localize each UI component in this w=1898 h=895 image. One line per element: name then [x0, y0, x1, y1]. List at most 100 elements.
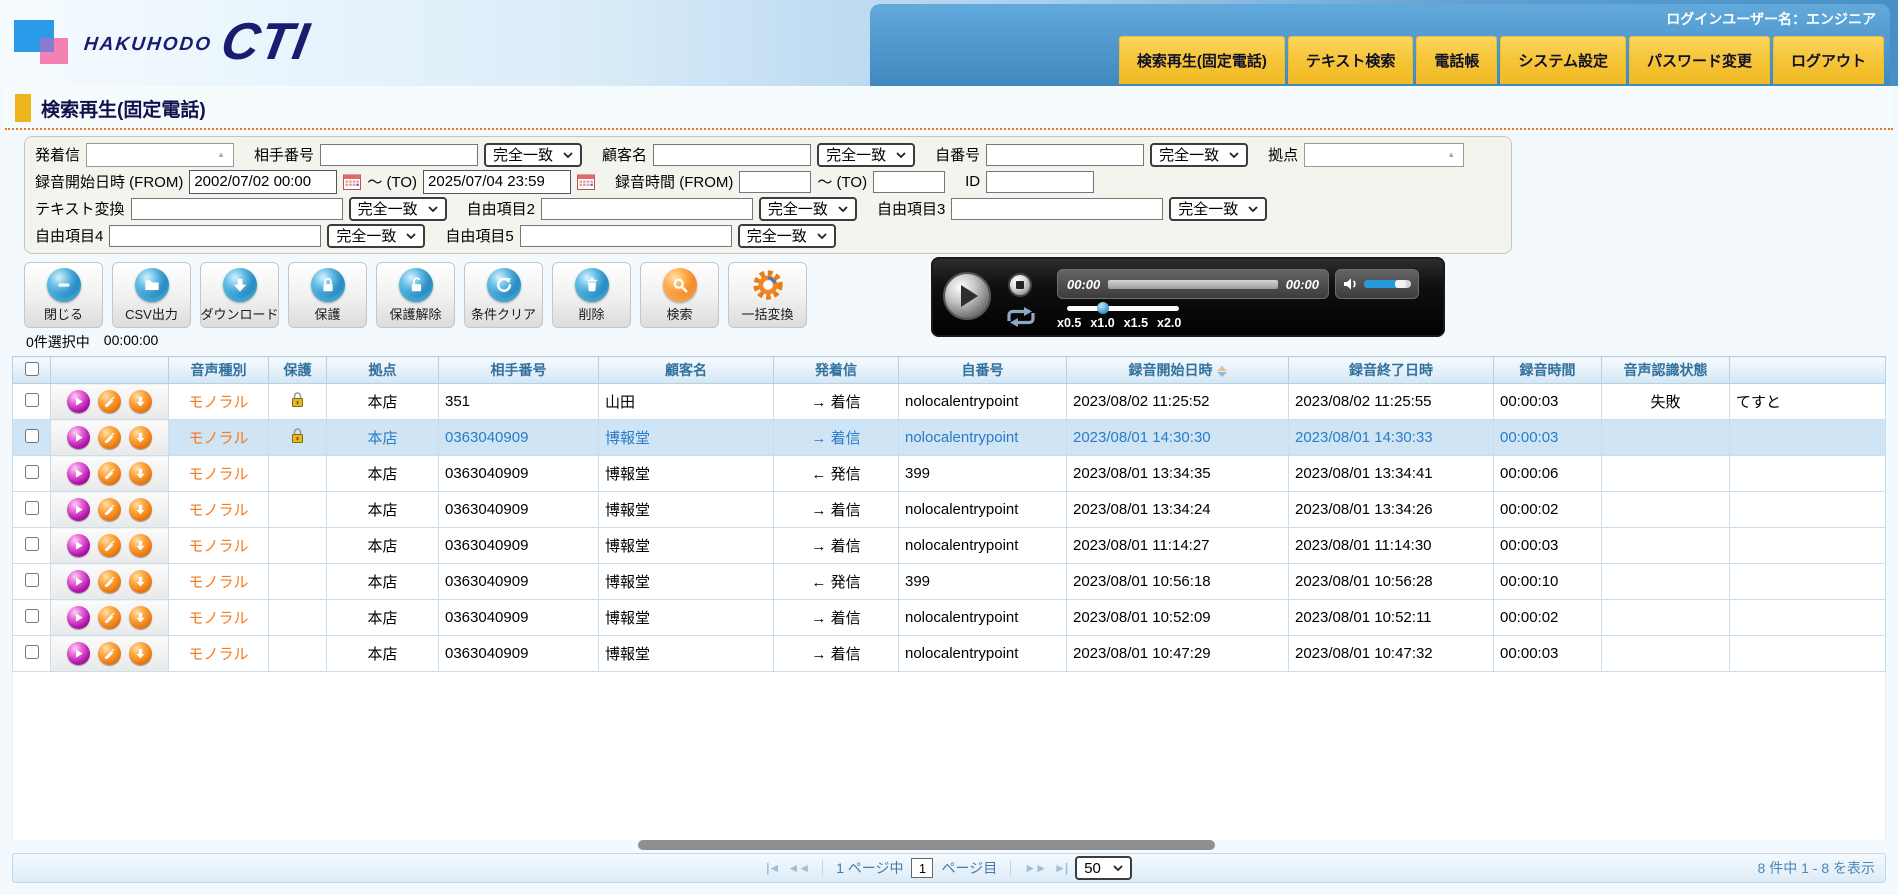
delete-button[interactable]: 削除 [552, 262, 631, 328]
tab-system-settings[interactable]: システム設定 [1500, 36, 1626, 84]
row-play-icon[interactable] [67, 570, 90, 593]
own-number-input[interactable] [986, 144, 1144, 166]
row-download-icon[interactable] [129, 462, 152, 485]
row-checkbox[interactable] [25, 393, 39, 407]
stop-button[interactable] [1008, 273, 1032, 297]
seek-bar[interactable] [1108, 280, 1278, 289]
col-direction[interactable]: 発着信 [774, 357, 899, 384]
row-play-icon[interactable] [67, 642, 90, 665]
row-download-icon[interactable] [129, 570, 152, 593]
duration-from-input[interactable] [739, 171, 811, 193]
sort-icon[interactable] [1217, 366, 1227, 377]
volume-slider[interactable] [1364, 280, 1411, 288]
search-button[interactable]: 検索 [640, 262, 719, 328]
col-site[interactable]: 拠点 [327, 357, 439, 384]
free-item2-match-select[interactable]: 完全一致 [759, 197, 857, 221]
row-checkbox[interactable] [25, 465, 39, 479]
calendar-icon[interactable] [577, 174, 595, 190]
free-item4-input[interactable] [109, 225, 321, 247]
tab-search-playback[interactable]: 検索再生(固定電話) [1119, 36, 1285, 84]
current-page-input[interactable] [911, 858, 933, 878]
row-play-icon[interactable] [67, 462, 90, 485]
col-other-number[interactable]: 相手番号 [439, 357, 599, 384]
download-button[interactable]: ダウンロード [200, 262, 279, 328]
table-row[interactable]: モノラル 本店 0363040909 博報堂 ← 発信 399 2023/08/… [13, 456, 1886, 492]
table-row[interactable]: モノラル 本店 0363040909 博報堂 → 着信 nolocalentry… [13, 528, 1886, 564]
col-recognition[interactable]: 音声認識状態 [1602, 357, 1730, 384]
speed-x20-label[interactable]: x2.0 [1157, 316, 1181, 330]
csv-export-button[interactable]: CSV出力 [112, 262, 191, 328]
row-edit-icon[interactable] [98, 606, 121, 629]
row-checkbox[interactable] [25, 645, 39, 659]
prev-page-icon[interactable]: ◄◄ [787, 861, 809, 875]
calendar-icon[interactable] [343, 174, 361, 190]
free-item5-match-select[interactable]: 完全一致 [738, 224, 836, 248]
rec-start-to-input[interactable]: 2025/07/04 23:59 [423, 170, 571, 194]
close-button[interactable]: 閉じる [24, 262, 103, 328]
site-combo[interactable]: ▲ [1304, 143, 1464, 167]
speed-x15-label[interactable]: x1.5 [1124, 316, 1148, 330]
col-rec-start[interactable]: 録音開始日時 [1067, 357, 1289, 384]
free-item3-match-select[interactable]: 完全一致 [1169, 197, 1267, 221]
tab-phonebook[interactable]: 電話帳 [1416, 36, 1497, 84]
unprotect-button[interactable]: 保護解除 [376, 262, 455, 328]
batch-convert-button[interactable]: 一括変換 [728, 262, 807, 328]
col-customer[interactable]: 顧客名 [599, 357, 774, 384]
table-row[interactable]: モノラル 本店 0363040909 博報堂 → 着信 nolocalentry… [13, 420, 1886, 456]
rec-start-from-input[interactable]: 2002/07/02 00:00 [189, 170, 337, 194]
text-convert-match-select[interactable]: 完全一致 [349, 197, 447, 221]
row-checkbox[interactable] [25, 537, 39, 551]
tab-logout[interactable]: ログアウト [1773, 36, 1884, 84]
table-row[interactable]: モノラル 本店 0363040909 博報堂 → 着信 nolocalentry… [13, 636, 1886, 672]
col-protect[interactable]: 保護 [269, 357, 327, 384]
row-edit-icon[interactable] [98, 570, 121, 593]
select-all-checkbox[interactable] [25, 362, 39, 376]
table-row[interactable]: モノラル 本店 0363040909 博報堂 ← 発信 399 2023/08/… [13, 564, 1886, 600]
text-convert-input[interactable] [131, 198, 343, 220]
row-edit-icon[interactable] [98, 534, 121, 557]
row-edit-icon[interactable] [98, 462, 121, 485]
clear-conditions-button[interactable]: 条件クリア [464, 262, 543, 328]
free-item4-match-select[interactable]: 完全一致 [327, 224, 425, 248]
speed-x10-label[interactable]: x1.0 [1090, 316, 1114, 330]
row-download-icon[interactable] [129, 498, 152, 521]
other-number-input[interactable] [320, 144, 478, 166]
free-item2-input[interactable] [541, 198, 753, 220]
row-checkbox[interactable] [25, 429, 39, 443]
row-checkbox[interactable] [25, 573, 39, 587]
other-number-match-select[interactable]: 完全一致 [484, 143, 582, 167]
speaker-icon[interactable] [1343, 277, 1358, 291]
row-download-icon[interactable] [129, 390, 152, 413]
row-edit-icon[interactable] [98, 498, 121, 521]
repeat-icon[interactable] [1003, 305, 1039, 334]
speed-slider[interactable] [1067, 306, 1179, 311]
row-play-icon[interactable] [67, 390, 90, 413]
tab-password-change[interactable]: パスワード変更 [1629, 36, 1770, 84]
free-item3-input[interactable] [951, 198, 1163, 220]
row-checkbox[interactable] [25, 501, 39, 515]
row-edit-icon[interactable] [98, 426, 121, 449]
play-button[interactable] [943, 272, 991, 320]
row-download-icon[interactable] [129, 642, 152, 665]
row-play-icon[interactable] [67, 606, 90, 629]
customer-match-select[interactable]: 完全一致 [817, 143, 915, 167]
speed-x05-label[interactable]: x0.5 [1057, 316, 1081, 330]
volume-knob[interactable] [1395, 280, 1406, 288]
last-page-icon[interactable]: ►| [1054, 861, 1067, 875]
first-page-icon[interactable]: |◄ [766, 861, 779, 875]
next-page-icon[interactable]: ►► [1024, 861, 1046, 875]
direction-combo[interactable]: ▲ [86, 143, 234, 167]
col-audio-type[interactable]: 音声種別 [169, 357, 269, 384]
row-play-icon[interactable] [67, 426, 90, 449]
row-play-icon[interactable] [67, 534, 90, 557]
row-download-icon[interactable] [129, 606, 152, 629]
id-input[interactable] [986, 171, 1094, 193]
row-edit-icon[interactable] [98, 390, 121, 413]
col-own-number[interactable]: 自番号 [899, 357, 1067, 384]
table-row[interactable]: モノラル 本店 351 山田 → 着信 nolocalentrypoint 20… [13, 384, 1886, 420]
protect-button[interactable]: 保護 [288, 262, 367, 328]
tab-text-search[interactable]: テキスト検索 [1288, 36, 1414, 84]
customer-input[interactable] [653, 144, 811, 166]
col-rec-end[interactable]: 録音終了日時 [1289, 357, 1494, 384]
scrollbar-thumb[interactable] [638, 840, 1215, 850]
